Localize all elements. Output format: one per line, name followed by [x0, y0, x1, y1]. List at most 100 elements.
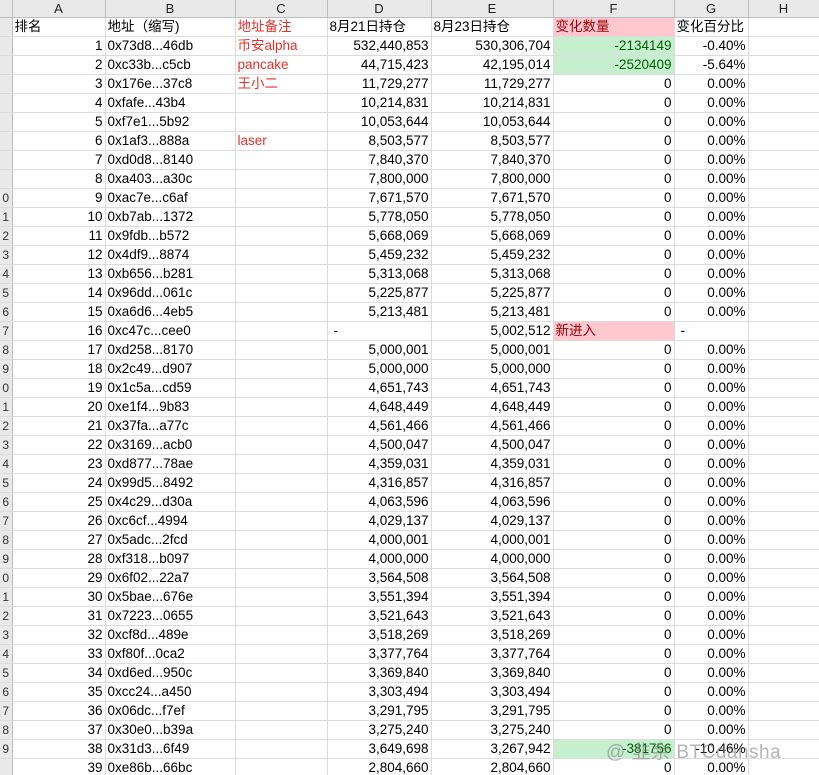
aug21-cell[interactable]: 4,561,466 [327, 416, 432, 436]
aug21-cell[interactable]: 3,521,643 [327, 606, 432, 626]
empty-cell[interactable] [748, 131, 819, 151]
pct-cell[interactable]: 0.00% [674, 416, 749, 436]
aug21-cell[interactable]: 10,214,831 [327, 93, 432, 113]
row-number[interactable]: 7 [0, 511, 13, 531]
change-cell[interactable]: 0 [553, 207, 675, 227]
address-cell[interactable]: 0x4c29...d30a [105, 492, 236, 512]
note-cell[interactable] [235, 587, 328, 607]
column-header-g[interactable]: G [674, 0, 749, 18]
rank-cell[interactable]: 39 [12, 758, 106, 775]
empty-cell[interactable] [748, 473, 819, 493]
empty-cell[interactable] [748, 188, 819, 208]
change-cell[interactable]: 0 [553, 549, 675, 569]
aug23-cell[interactable]: 7,671,570 [431, 188, 554, 208]
note-cell[interactable] [235, 169, 328, 189]
aug23-cell[interactable]: 4,316,857 [431, 473, 554, 493]
change-cell[interactable]: 0 [553, 644, 675, 664]
note-cell[interactable] [235, 549, 328, 569]
rank-cell[interactable]: 10 [12, 207, 106, 227]
change-cell[interactable]: 0 [553, 74, 675, 94]
empty-cell[interactable] [748, 606, 819, 626]
aug23-cell[interactable]: 5,225,877 [431, 283, 554, 303]
row-number[interactable]: 9 [0, 549, 13, 569]
spreadsheet[interactable]: A B C D E F G H 排名 地址（缩写) 地址备注 8月21日持仓 8… [0, 0, 819, 775]
column-header-h[interactable]: H [748, 0, 819, 18]
aug21-cell[interactable]: 5,213,481 [327, 302, 432, 322]
aug23-cell[interactable]: 3,564,508 [431, 568, 554, 588]
note-cell[interactable] [235, 378, 328, 398]
rank-cell[interactable]: 17 [12, 340, 106, 360]
aug21-cell[interactable]: 532,440,853 [327, 36, 432, 56]
rank-cell[interactable]: 35 [12, 682, 106, 702]
pct-cell[interactable]: 0.00% [674, 340, 749, 360]
empty-cell[interactable] [748, 454, 819, 474]
aug23-cell[interactable]: 4,359,031 [431, 454, 554, 474]
empty-cell[interactable] [748, 378, 819, 398]
pct-cell[interactable]: 0.00% [674, 207, 749, 227]
note-cell[interactable] [235, 283, 328, 303]
row-number[interactable]: 4 [0, 644, 13, 664]
rank-cell[interactable]: 25 [12, 492, 106, 512]
change-cell[interactable]: 0 [553, 245, 675, 265]
pct-cell[interactable]: 0.00% [674, 568, 749, 588]
rank-cell[interactable]: 5 [12, 112, 106, 132]
aug21-cell[interactable]: 4,000,001 [327, 530, 432, 550]
row-number[interactable] [0, 150, 13, 170]
row-number[interactable] [0, 112, 13, 132]
row-number[interactable] [0, 758, 13, 775]
aug21-cell[interactable]: 11,729,277 [327, 74, 432, 94]
change-cell[interactable]: 0 [553, 378, 675, 398]
rank-cell[interactable]: 37 [12, 720, 106, 740]
row-number[interactable] [0, 17, 13, 37]
aug21-cell[interactable]: 3,369,840 [327, 663, 432, 683]
pct-cell[interactable]: 0.00% [674, 74, 749, 94]
pct-cell[interactable]: 0.00% [674, 454, 749, 474]
pct-cell[interactable]: 0.00% [674, 435, 749, 455]
change-cell[interactable]: 0 [553, 492, 675, 512]
aug23-cell[interactable]: 7,800,000 [431, 169, 554, 189]
aug23-cell[interactable]: 4,648,449 [431, 397, 554, 417]
pct-cell[interactable]: 0.00% [674, 264, 749, 284]
aug21-cell[interactable]: 5,668,069 [327, 226, 432, 246]
rank-cell[interactable]: 12 [12, 245, 106, 265]
change-cell[interactable]: 0 [553, 663, 675, 683]
row-number[interactable]: 0 [0, 378, 13, 398]
address-cell[interactable]: 0xd877...78ae [105, 454, 236, 474]
pct-cell[interactable]: 0.00% [674, 112, 749, 132]
empty-cell[interactable] [748, 93, 819, 113]
row-number[interactable]: 2 [0, 226, 13, 246]
address-cell[interactable]: 0xd6ed...950c [105, 663, 236, 683]
rank-cell[interactable]: 27 [12, 530, 106, 550]
change-cell[interactable]: 0 [553, 226, 675, 246]
row-number[interactable]: 5 [0, 663, 13, 683]
row-number[interactable]: 1 [0, 587, 13, 607]
pct-cell[interactable]: 0.00% [674, 150, 749, 170]
address-cell[interactable]: 0xcf8d...489e [105, 625, 236, 645]
aug21-cell[interactable]: 4,000,000 [327, 549, 432, 569]
empty-cell[interactable] [748, 359, 819, 379]
change-cell[interactable]: 0 [553, 511, 675, 531]
address-cell[interactable]: 0xc47c...cee0 [105, 321, 236, 341]
note-cell[interactable] [235, 606, 328, 626]
aug21-cell[interactable]: 8,503,577 [327, 131, 432, 151]
header-rank[interactable]: 排名 [12, 17, 106, 37]
note-cell[interactable] [235, 188, 328, 208]
rank-cell[interactable]: 18 [12, 359, 106, 379]
aug21-cell[interactable]: 5,000,000 [327, 359, 432, 379]
rank-cell[interactable]: 7 [12, 150, 106, 170]
pct-cell[interactable]: -5.64% [674, 55, 749, 75]
address-cell[interactable]: 0x96dd...061c [105, 283, 236, 303]
address-cell[interactable]: 0x1c5a...cd59 [105, 378, 236, 398]
aug21-cell[interactable]: 4,651,743 [327, 378, 432, 398]
aug23-cell[interactable]: 4,651,743 [431, 378, 554, 398]
empty-cell[interactable] [748, 112, 819, 132]
aug23-cell[interactable]: 5,000,001 [431, 340, 554, 360]
address-cell[interactable]: 0x3169...acb0 [105, 435, 236, 455]
pct-cell[interactable]: -0.40% [674, 36, 749, 56]
empty-cell[interactable] [748, 397, 819, 417]
rank-cell[interactable]: 31 [12, 606, 106, 626]
aug21-cell[interactable]: 44,715,423 [327, 55, 432, 75]
header-change[interactable]: 变化数量 [553, 17, 675, 37]
row-number[interactable]: 3 [0, 245, 13, 265]
rank-cell[interactable]: 24 [12, 473, 106, 493]
